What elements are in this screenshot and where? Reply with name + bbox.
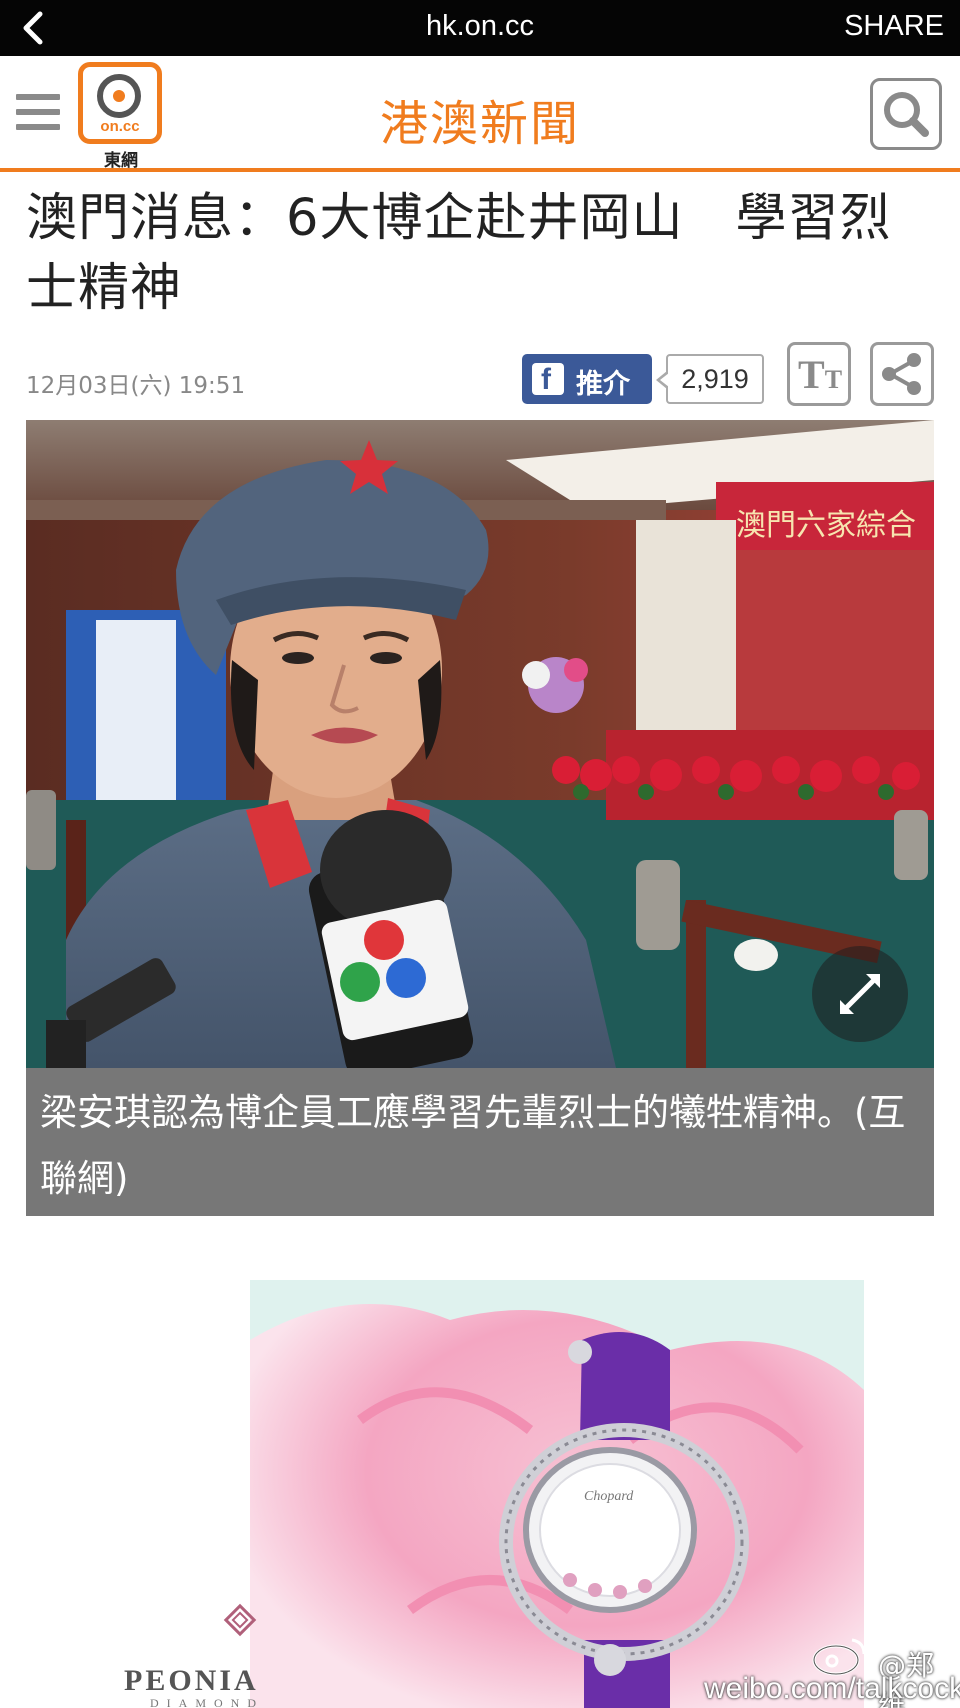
svg-text:Chopard: Chopard — [584, 1489, 634, 1504]
photo-caption: 梁安琪認為博企員工應學習先輩烈士的犧牲精神。(互聯網) — [26, 1068, 934, 1216]
ad-brand: PEONIA — [124, 1664, 259, 1697]
font-size-icon: TT — [798, 352, 843, 397]
fb-like-label: 推介 — [576, 369, 630, 400]
weibo-icon — [812, 1638, 866, 1676]
search-icon — [884, 92, 929, 137]
expand-photo-button[interactable] — [812, 946, 908, 1042]
site-header: on.cc 東網 港澳新聞 — [0, 56, 960, 172]
facebook-icon: f — [532, 363, 564, 396]
ad-illustration: Chopard — [110, 1280, 864, 1708]
section-title: 港澳新聞 — [379, 96, 580, 152]
article-datetime: 12月03日(六) 19:51 — [26, 373, 246, 399]
facebook-like-button[interactable]: f 推介 — [522, 354, 652, 404]
article-photo[interactable]: 澳門六家綜合 — [26, 420, 934, 1068]
fb-like-count: 2,919 — [656, 354, 764, 404]
ad-subtitle: DIAMOND — [150, 1696, 264, 1708]
font-size-button[interactable]: TT — [787, 342, 851, 406]
watermark-url: weibo.com/talkcock — [704, 1672, 960, 1705]
browser-url: hk.on.cc — [426, 10, 534, 42]
browser-topbar: hk.on.cc SHARE — [0, 0, 960, 56]
expand-icon — [840, 974, 880, 1014]
svg-text:澳門六家綜合: 澳門六家綜合 — [736, 508, 916, 543]
advertisement[interactable]: Chopard — [110, 1280, 864, 1708]
article-share-button[interactable] — [870, 342, 934, 406]
search-button[interactable] — [870, 78, 942, 150]
photo-illustration: 澳門六家綜合 — [26, 420, 934, 1068]
share-button[interactable]: SHARE — [844, 10, 944, 43]
share-icon — [882, 353, 921, 395]
article-headline: 澳門消息：6大博企赴井岡山 學習烈士精神 — [26, 189, 892, 318]
